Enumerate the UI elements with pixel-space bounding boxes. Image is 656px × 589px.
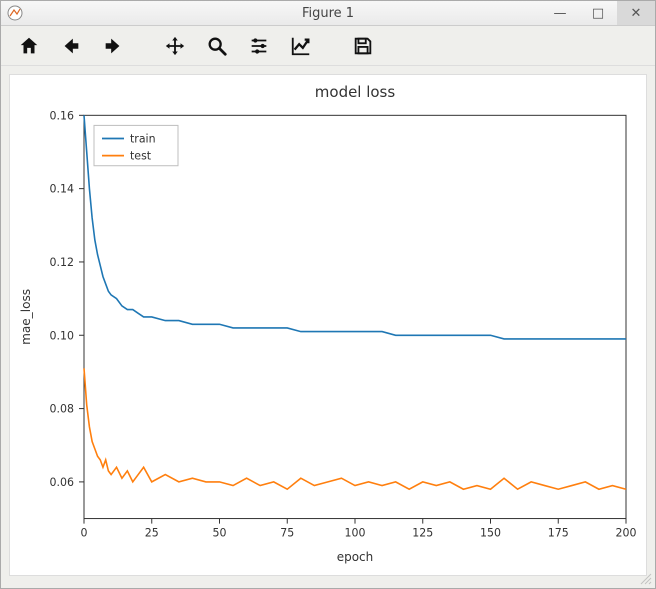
- xtick-label: 175: [548, 527, 569, 540]
- edit-button[interactable]: [281, 28, 321, 64]
- chart-svg: model loss 0 25 50 75 100 125 150 175 200 epoch 0.0…: [10, 75, 646, 575]
- pan-button[interactable]: [155, 28, 195, 64]
- series-test: [84, 368, 626, 489]
- line-chart-icon: [290, 35, 312, 57]
- ytick-label: 0.12: [50, 256, 74, 269]
- xtick-label: 25: [145, 527, 159, 540]
- canvas-area: model loss 0 25 50 75 100 125 150 175 200 epoch 0.0…: [1, 66, 655, 588]
- legend-label: test: [130, 150, 152, 163]
- xtick-label: 75: [280, 527, 294, 540]
- zoom-icon: [206, 35, 228, 57]
- home-icon: [18, 35, 40, 57]
- forward-button[interactable]: [93, 28, 133, 64]
- app-icon: [7, 5, 23, 21]
- ytick-label: 0.14: [50, 183, 74, 196]
- xtick-label: 200: [616, 527, 637, 540]
- save-button[interactable]: [343, 28, 383, 64]
- xlabel: epoch: [337, 550, 373, 564]
- move-icon: [164, 35, 186, 57]
- resize-grip-icon[interactable]: [640, 573, 652, 585]
- sliders-icon: [248, 35, 270, 57]
- save-icon: [352, 35, 374, 57]
- figure-canvas[interactable]: model loss 0 25 50 75 100 125 150 175 200 epoch 0.0…: [9, 74, 647, 576]
- xtick-label: 150: [480, 527, 501, 540]
- zoom-button[interactable]: [197, 28, 237, 64]
- ytick-label: 0.10: [50, 329, 74, 342]
- window-buttons: — □ ✕: [541, 1, 655, 25]
- xtick-label: 100: [345, 527, 366, 540]
- xtick-label: 50: [213, 527, 227, 540]
- figure-window: Figure 1 — □ ✕: [0, 0, 656, 589]
- titlebar: Figure 1 — □ ✕: [1, 1, 655, 26]
- configure-button[interactable]: [239, 28, 279, 64]
- close-button[interactable]: ✕: [617, 1, 655, 25]
- arrow-left-icon: [60, 35, 82, 57]
- xtick-label: 0: [80, 527, 87, 540]
- xtick-label: 125: [412, 527, 433, 540]
- mpl-toolbar: [1, 26, 655, 66]
- ytick-label: 0.16: [50, 109, 74, 122]
- chart-title: model loss: [315, 83, 396, 101]
- home-button[interactable]: [9, 28, 49, 64]
- maximize-button[interactable]: □: [579, 1, 617, 25]
- ytick-label: 0.08: [50, 403, 74, 416]
- arrow-right-icon: [102, 35, 124, 57]
- back-button[interactable]: [51, 28, 91, 64]
- legend-label: train: [130, 133, 156, 146]
- minimize-button[interactable]: —: [541, 1, 579, 25]
- ytick-label: 0.06: [50, 476, 74, 489]
- ylabel: mae_loss: [19, 289, 33, 345]
